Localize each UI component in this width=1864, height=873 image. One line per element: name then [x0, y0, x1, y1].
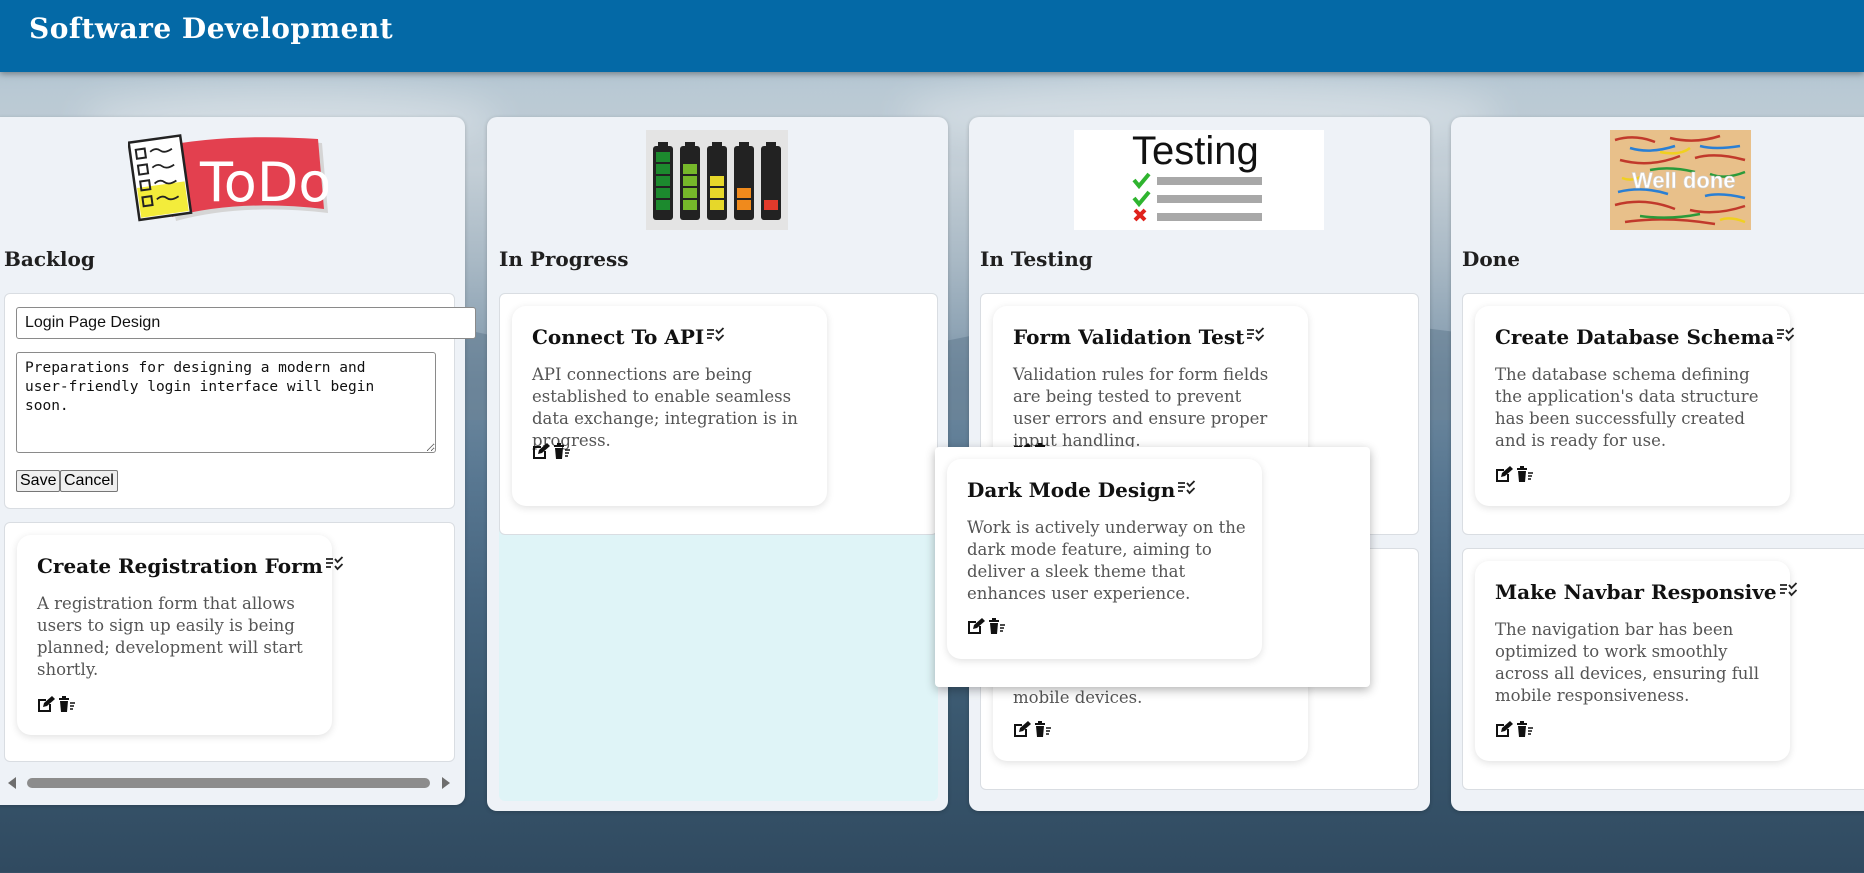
task-description: The database schema defining the applica… — [1495, 365, 1759, 450]
backlog-drop-zone: Create Registration Form A registration … — [4, 522, 455, 762]
task-description: The navigation bar has been optimized to… — [1495, 620, 1759, 705]
done-drop-zone-2: Make Navbar Responsive The navigation ba… — [1462, 548, 1864, 790]
testing-image: Testing — [1074, 130, 1324, 230]
task-title-input[interactable] — [16, 307, 476, 339]
app-header: Software Development — [0, 0, 1864, 72]
todo-image-text: ToDo — [199, 151, 328, 214]
task-description: A registration form that allows users to… — [37, 594, 303, 679]
task-card-api[interactable]: Connect To API API connections are being… — [512, 306, 827, 506]
drag-preview[interactable]: Dark Mode Design Work is actively underw… — [935, 447, 1370, 687]
trash-icon[interactable] — [1033, 720, 1052, 738]
checklist-icon — [706, 324, 726, 348]
in-progress-drop-zone: Connect To API API connections are being… — [499, 293, 938, 535]
edit-icon[interactable] — [1495, 465, 1514, 483]
progress-batteries-image — [646, 130, 788, 230]
board-title: Software Development — [29, 12, 394, 45]
testing-image-text: Testing — [1132, 130, 1259, 173]
well-done-image: Well done — [1610, 130, 1751, 230]
scroll-right-arrow-icon — [442, 777, 450, 789]
edit-task-form: Preparations for designing a modern and … — [4, 293, 476, 509]
task-title: Dark Mode Design — [967, 478, 1197, 502]
checklist-icon — [1776, 324, 1796, 348]
task-title: Form Validation Test — [1013, 325, 1266, 349]
trash-icon[interactable] — [1515, 465, 1534, 483]
task-description-textarea[interactable]: Preparations for designing a modern and … — [16, 352, 436, 453]
task-description: Validation rules for form fields are bei… — [1013, 365, 1269, 450]
horizontal-scrollbar[interactable] — [4, 774, 454, 792]
task-description: mobile devices. — [1013, 688, 1143, 707]
checklist-icon — [325, 553, 345, 577]
trash-icon[interactable] — [987, 617, 1006, 635]
edit-icon[interactable] — [1495, 720, 1514, 738]
column-title-backlog: Backlog — [4, 247, 95, 271]
checklist-icon — [1779, 579, 1799, 603]
task-card-db-schema[interactable]: Create Database Schema The database sche… — [1475, 306, 1795, 506]
task-title: Create Database Schema — [1495, 325, 1796, 349]
column-title-in-progress: In Progress — [499, 247, 629, 271]
column-backlog: ToDo Backlog Preparations for designing … — [0, 117, 476, 805]
well-done-image-text: Well done — [1632, 168, 1736, 193]
edit-icon[interactable] — [532, 442, 551, 460]
cancel-button[interactable]: Cancel — [60, 470, 118, 492]
save-button[interactable]: Save — [16, 470, 61, 492]
checklist-icon — [1177, 477, 1197, 501]
edit-icon[interactable] — [967, 617, 986, 635]
edit-icon[interactable] — [37, 695, 56, 713]
task-card-dark-mode[interactable]: Dark Mode Design Work is actively underw… — [947, 459, 1262, 659]
column-title-in-testing: In Testing — [980, 247, 1093, 271]
task-card-registration[interactable]: Create Registration Form A registration … — [17, 535, 343, 735]
task-card-navbar[interactable]: Make Navbar Responsive The navigation ba… — [1475, 561, 1797, 761]
scroll-left-arrow-icon — [8, 777, 16, 789]
column-done: Well done Done Create Database Schema Th… — [1451, 117, 1864, 811]
task-description: Work is actively underway on the dark mo… — [967, 518, 1246, 603]
task-title: Create Registration Form — [37, 554, 345, 578]
task-title: Make Navbar Responsive — [1495, 580, 1799, 604]
column-in-progress: In Progress Connect To API API connectio… — [487, 117, 948, 811]
task-title: Connect To API — [532, 325, 726, 349]
trash-icon[interactable] — [57, 695, 76, 713]
done-drop-zone: Create Database Schema The database sche… — [1462, 293, 1864, 535]
trash-icon[interactable] — [552, 442, 571, 460]
column-title-done: Done — [1462, 247, 1520, 271]
scrollbar-thumb — [27, 778, 430, 788]
todo-image: ToDo — [128, 134, 328, 222]
edit-icon[interactable] — [1013, 720, 1032, 738]
task-description: API connections are being established to… — [532, 365, 798, 450]
checklist-icon — [1246, 324, 1266, 348]
trash-icon[interactable] — [1515, 720, 1534, 738]
